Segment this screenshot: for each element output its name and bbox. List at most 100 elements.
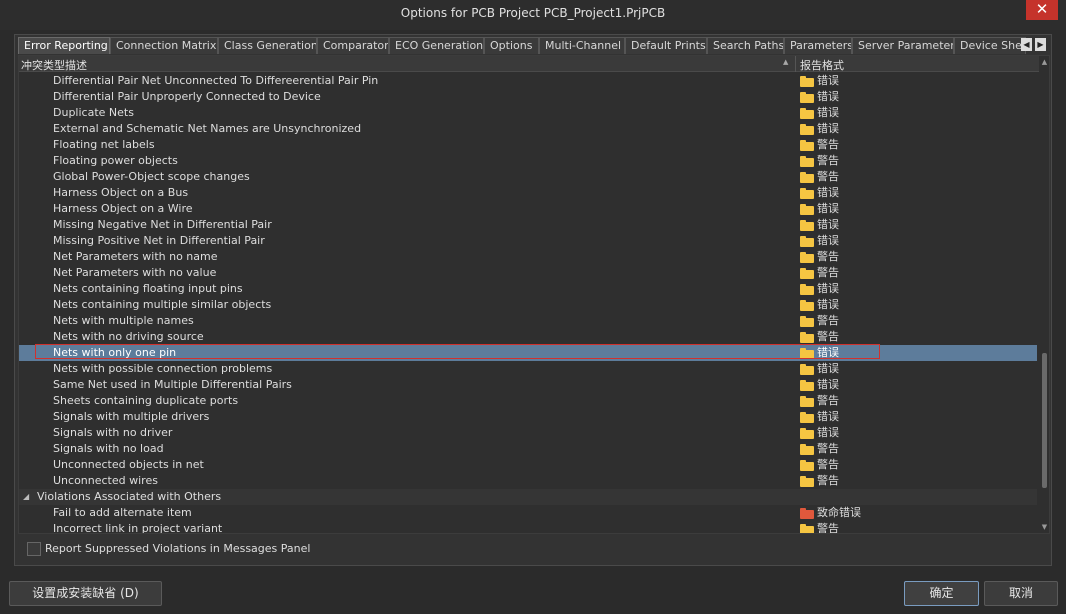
report-level[interactable]: 错误 [817, 217, 839, 233]
table-row[interactable]: Nets with multiple names 警告 [19, 313, 1037, 329]
group-row[interactable]: ◢ Violations Associated with Others [19, 489, 1037, 505]
report-level[interactable]: 警告 [817, 457, 839, 473]
report-level[interactable]: 警告 [817, 441, 839, 457]
table-row[interactable]: Net Parameters with no value 警告 [19, 265, 1037, 281]
report-suppressed-label: Report Suppressed Violations in Messages… [45, 542, 311, 555]
report-level[interactable]: 警告 [817, 313, 839, 329]
tab-default-prints[interactable]: Default Prints [625, 37, 707, 54]
report-level[interactable]: 警告 [817, 521, 839, 533]
tab-server-parameters[interactable]: Server Parameters [852, 37, 954, 54]
report-level[interactable]: 错误 [817, 425, 839, 441]
ok-button[interactable]: 确定 [904, 581, 979, 606]
vertical-scrollbar[interactable]: ▲ ▼ [1039, 56, 1049, 533]
tab-eco-generation[interactable]: ECO Generation [389, 37, 484, 54]
report-level[interactable]: 警告 [817, 473, 839, 489]
table-row[interactable]: Unconnected objects in net 警告 [19, 457, 1037, 473]
column-header-description[interactable]: 冲突类型描述 [21, 57, 87, 73]
table-row[interactable]: Differential Pair Net Unconnected To Dif… [19, 73, 1037, 89]
scroll-thumb[interactable] [1042, 353, 1047, 488]
report-level[interactable]: 错误 [817, 297, 839, 313]
violation-label: Unconnected wires [53, 474, 158, 487]
report-level[interactable]: 警告 [817, 137, 839, 153]
report-level[interactable]: 警告 [817, 153, 839, 169]
folder-icon [800, 348, 814, 359]
folder-icon [800, 428, 814, 439]
report-level[interactable]: 警告 [817, 393, 839, 409]
violation-label: Unconnected objects in net [53, 458, 204, 471]
report-level[interactable]: 警告 [817, 265, 839, 281]
table-row[interactable]: Differential Pair Unproperly Connected t… [19, 89, 1037, 105]
report-level[interactable]: 错误 [817, 185, 839, 201]
report-level[interactable]: 错误 [817, 233, 839, 249]
table-row[interactable]: Harness Object on a Bus 错误 [19, 185, 1037, 201]
tab-search-paths[interactable]: Search Paths [707, 37, 784, 54]
table-row[interactable]: Fail to add alternate item 致命错误 [19, 505, 1037, 521]
tab-error-reporting[interactable]: Error Reporting [18, 37, 110, 54]
violation-label: Harness Object on a Wire [53, 202, 193, 215]
tab-scroll-left-icon[interactable]: ◀ [1021, 38, 1032, 51]
report-suppressed-checkbox[interactable] [27, 542, 41, 556]
table-row[interactable]: Net Parameters with no name 警告 [19, 249, 1037, 265]
scroll-down-icon[interactable]: ▼ [1039, 522, 1049, 532]
table-row[interactable]: Same Net used in Multiple Differential P… [19, 377, 1037, 393]
folder-icon [800, 92, 814, 103]
violation-label: Harness Object on a Bus [53, 186, 189, 199]
tab-comparator[interactable]: Comparator [317, 37, 389, 54]
tab-multi-channel[interactable]: Multi-Channel [539, 37, 625, 54]
tab-class-generation[interactable]: Class Generation [218, 37, 317, 54]
table-row[interactable]: Duplicate Nets 错误 [19, 105, 1037, 121]
folder-icon [800, 364, 814, 375]
table-row[interactable]: Unconnected wires 警告 [19, 473, 1037, 489]
report-level[interactable]: 警告 [817, 249, 839, 265]
report-level[interactable]: 错误 [817, 105, 839, 121]
tab-parameters[interactable]: Parameters [784, 37, 852, 54]
tab-scroll-right-icon[interactable]: ▶ [1035, 38, 1046, 51]
table-row[interactable]: Missing Negative Net in Differential Pai… [19, 217, 1037, 233]
folder-icon [800, 188, 814, 199]
report-level[interactable]: 错误 [817, 409, 839, 425]
violation-label: Same Net used in Multiple Differential P… [53, 378, 292, 391]
scroll-up-icon[interactable]: ▲ [1039, 57, 1049, 67]
report-level[interactable]: 错误 [817, 201, 839, 217]
table-row[interactable]: External and Schematic Net Names are Uns… [19, 121, 1037, 137]
folder-icon [800, 476, 814, 487]
table-row[interactable]: Nets containing floating input pins 错误 [19, 281, 1037, 297]
table-row[interactable]: Harness Object on a Wire 错误 [19, 201, 1037, 217]
table-row[interactable]: Nets with possible connection problems 错误 [19, 361, 1037, 377]
report-level[interactable]: 错误 [817, 121, 839, 137]
tab-connection-matrix[interactable]: Connection Matrix [110, 37, 218, 54]
table-row[interactable]: Signals with no load 警告 [19, 441, 1037, 457]
table-row[interactable]: Signals with no driver 错误 [19, 425, 1037, 441]
cancel-button[interactable]: 取消 [984, 581, 1058, 606]
report-level[interactable]: 错误 [817, 89, 839, 105]
report-level[interactable]: 错误 [817, 377, 839, 393]
violation-label: Missing Positive Net in Differential Pai… [53, 234, 265, 247]
table-row[interactable]: Nets with only one pin 错误 [19, 345, 1037, 361]
column-divider[interactable] [795, 56, 796, 72]
sort-asc-icon: ▲ [783, 58, 789, 66]
close-button[interactable]: ✕ [1026, 0, 1058, 20]
tab-device-sheets[interactable]: Device Sheets [954, 37, 1026, 54]
report-level[interactable]: 错误 [817, 73, 839, 89]
column-header-format[interactable]: 报告格式 [800, 57, 844, 73]
violation-label: Differential Pair Net Unconnected To Dif… [53, 74, 379, 87]
table-row[interactable]: Nets with no driving source 警告 [19, 329, 1037, 345]
report-level[interactable]: 错误 [817, 345, 839, 361]
report-level[interactable]: 警告 [817, 169, 839, 185]
report-level[interactable]: 错误 [817, 281, 839, 297]
table-row[interactable]: Sheets containing duplicate ports 警告 [19, 393, 1037, 409]
report-level[interactable]: 警告 [817, 329, 839, 345]
set-defaults-button[interactable]: 设置成安装缺省 (D) [9, 581, 162, 606]
report-level[interactable]: 致命错误 [817, 505, 861, 521]
table-row[interactable]: Signals with multiple drivers 错误 [19, 409, 1037, 425]
table-row[interactable]: Nets containing multiple similar objects… [19, 297, 1037, 313]
table-row[interactable]: Global Power-Object scope changes 警告 [19, 169, 1037, 185]
table-row[interactable]: Floating net labels 警告 [19, 137, 1037, 153]
tab-options[interactable]: Options [484, 37, 539, 54]
violation-label: Nets with possible connection problems [53, 362, 273, 375]
table-row[interactable]: Missing Positive Net in Differential Pai… [19, 233, 1037, 249]
collapse-arrow-icon[interactable]: ◢ [23, 489, 29, 505]
report-level[interactable]: 错误 [817, 361, 839, 377]
table-row[interactable]: Floating power objects 警告 [19, 153, 1037, 169]
table-row[interactable]: Incorrect link in project variant 警告 [19, 521, 1037, 533]
